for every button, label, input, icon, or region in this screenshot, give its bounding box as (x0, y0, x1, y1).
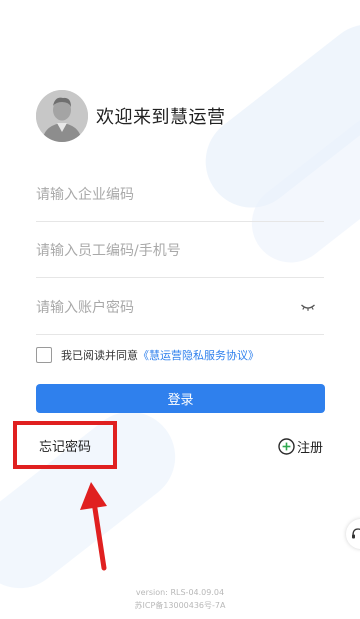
red-arrow (80, 482, 107, 571)
password-placeholder: 请输入账户密码 (36, 299, 134, 316)
enterprise-code-field[interactable]: 请输入企业编码 (36, 166, 324, 222)
enterprise-code-placeholder: 请输入企业编码 (36, 186, 134, 203)
version-text: version: RLS-04.09.04 (135, 588, 225, 597)
privacy-agreement-link[interactable]: 《慧运营隐私服务协议》 (138, 347, 259, 363)
agreement-text: 我已阅读并同意 (61, 349, 138, 362)
plus-circle-icon (278, 437, 295, 455)
welcome-header: 欢迎来到慧运营 (36, 90, 226, 142)
welcome-title: 欢迎来到慧运营 (96, 107, 226, 128)
employee-code-placeholder: 请输入员工编码/手机号 (36, 242, 181, 259)
employee-code-field[interactable]: 请输入员工编码/手机号 (36, 222, 324, 278)
register-label: 注册 (297, 440, 324, 456)
password-field[interactable]: 请输入账户密码 (36, 279, 324, 335)
support-tab[interactable] (346, 519, 360, 549)
login-button[interactable]: 登录 (36, 384, 325, 413)
agreement-row: 我已阅读并同意 《慧运营隐私服务协议》 (36, 344, 259, 366)
agreement-checkbox[interactable] (36, 347, 52, 363)
login-page: 欢迎来到慧运营 请输入企业编码 请输入员工编码/手机号 请输入账户密码 我已阅读… (0, 0, 360, 619)
forgot-password-link[interactable]: 忘记密码 (39, 436, 91, 455)
avatar (36, 90, 88, 142)
register-button[interactable]: 注册 (278, 436, 323, 456)
icp-text: 苏ICP备13000436号-7A (134, 601, 226, 610)
eye-closed-icon[interactable] (300, 301, 316, 313)
avatar-icon (36, 90, 88, 142)
forgot-password-highlight: 忘记密码 (13, 421, 117, 469)
support-icon (352, 528, 360, 539)
